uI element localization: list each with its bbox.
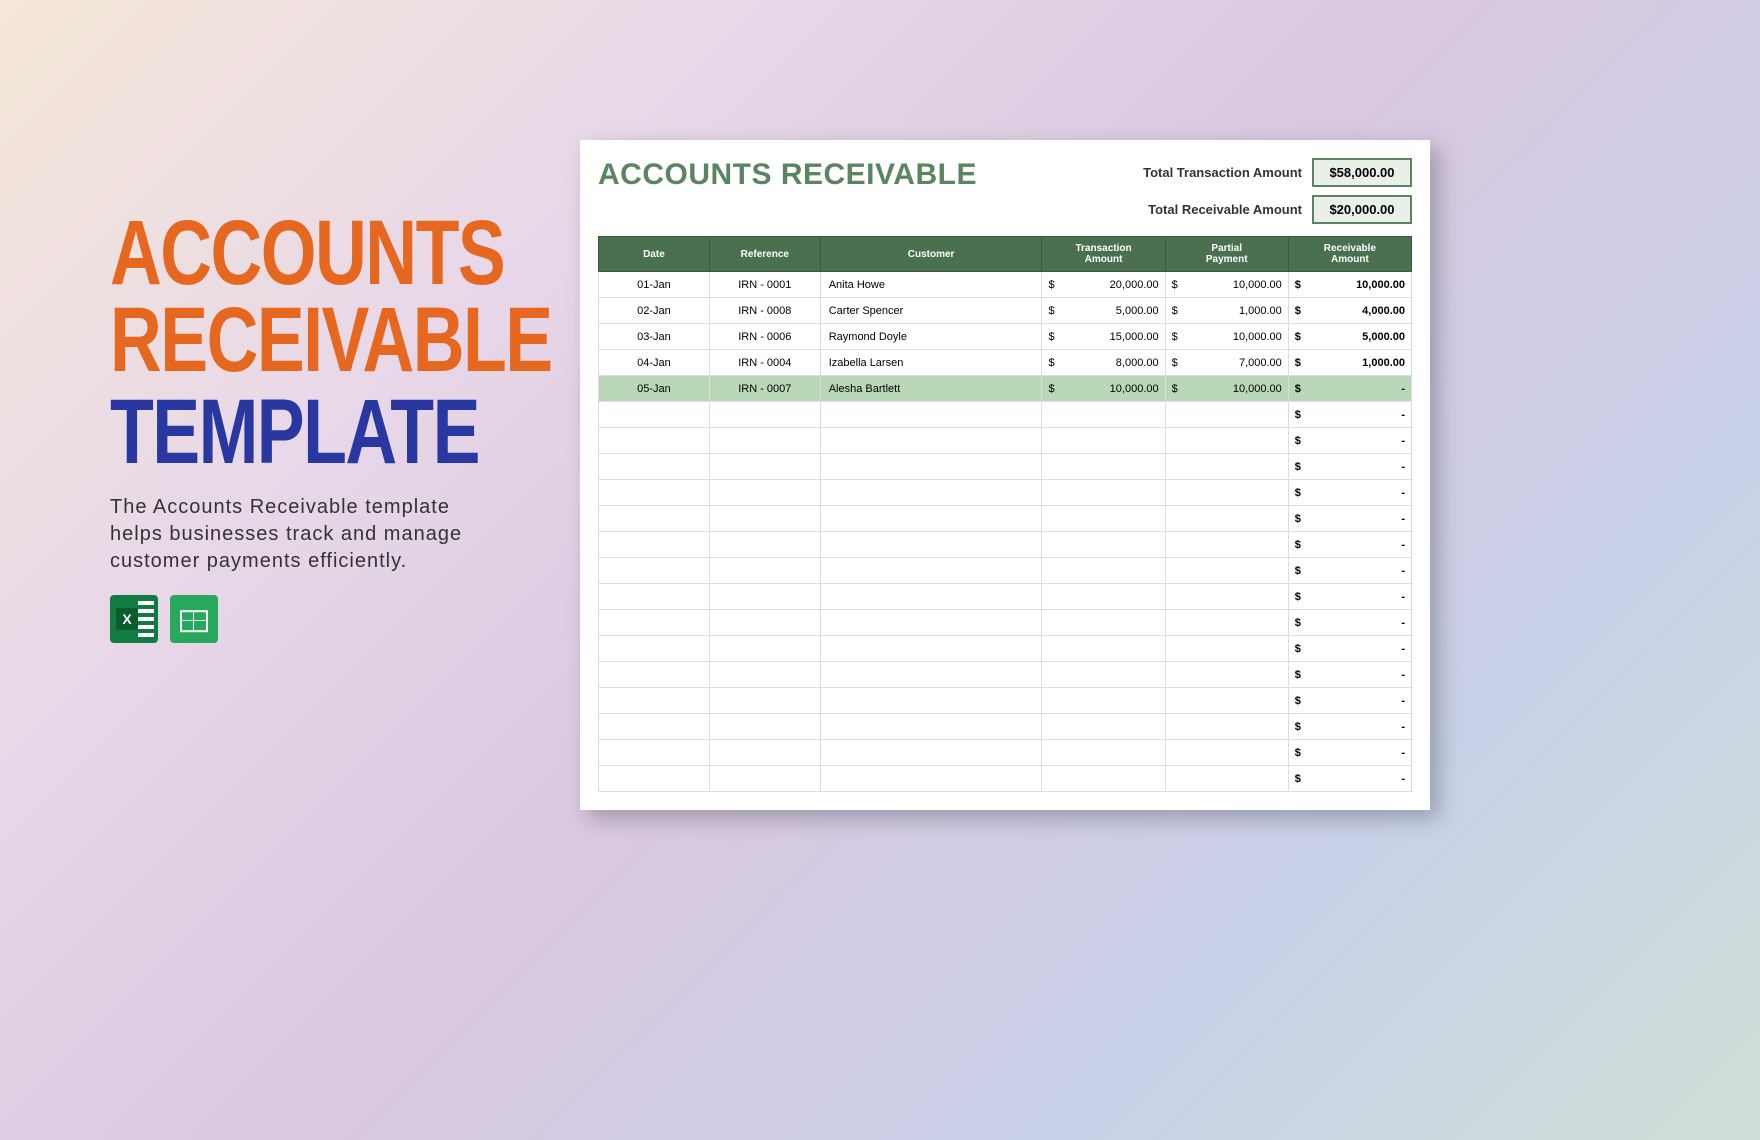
hero-panel: ACCOUNTS RECEIVABLE TEMPLATE The Account… (110, 210, 530, 643)
app-icons (110, 595, 530, 643)
table-row: $- (599, 480, 1412, 506)
table-row: $- (599, 610, 1412, 636)
col-receivable-amount: Receivable Amount (1288, 237, 1411, 272)
total-receivable-row: Total Receivable Amount $20,000.00 (1132, 195, 1412, 224)
total-receivable-label: Total Receivable Amount (1132, 202, 1302, 217)
table-row: 02-JanIRN - 0008Carter Spencer$5,000.00$… (599, 298, 1412, 324)
table-row: 01-JanIRN - 0001Anita Howe$20,000.00$10,… (599, 272, 1412, 298)
total-transaction-label: Total Transaction Amount (1132, 165, 1302, 180)
table-body: 01-JanIRN - 0001Anita Howe$20,000.00$10,… (599, 272, 1412, 792)
table-row: $- (599, 636, 1412, 662)
description-text: The Accounts Receivable template helps b… (110, 494, 490, 575)
table-row: 05-JanIRN - 0007Alesha Bartlett$10,000.0… (599, 376, 1412, 402)
table-row: 03-JanIRN - 0006Raymond Doyle$15,000.00$… (599, 324, 1412, 350)
table-row: $- (599, 506, 1412, 532)
total-transaction-row: Total Transaction Amount $58,000.00 (1132, 158, 1412, 187)
table-row: $- (599, 740, 1412, 766)
col-partial-payment: Partial Payment (1165, 237, 1288, 272)
table-header: Date Reference Customer Transaction Amou… (599, 237, 1412, 272)
col-transaction-amount: Transaction Amount (1042, 237, 1165, 272)
total-transaction-value: $58,000.00 (1312, 158, 1412, 187)
table-row: $- (599, 402, 1412, 428)
title-line-1: ACCOUNTS (110, 210, 438, 297)
sheet-title: ACCOUNTS RECEIVABLE (598, 158, 977, 192)
table-row: $- (599, 454, 1412, 480)
table-row: $- (599, 662, 1412, 688)
sheet-header: ACCOUNTS RECEIVABLE Total Transaction Am… (598, 158, 1412, 224)
google-sheets-icon (170, 595, 218, 643)
title-line-2: RECEIVABLE (110, 297, 438, 384)
table-row: 04-JanIRN - 0004Izabella Larsen$8,000.00… (599, 350, 1412, 376)
table-row: $- (599, 766, 1412, 792)
col-date: Date (599, 237, 710, 272)
totals-block: Total Transaction Amount $58,000.00 Tota… (1132, 158, 1412, 224)
table-row: $- (599, 584, 1412, 610)
table-row: $- (599, 558, 1412, 584)
total-receivable-value: $20,000.00 (1312, 195, 1412, 224)
table-row: $- (599, 532, 1412, 558)
table-row: $- (599, 688, 1412, 714)
table-row: $- (599, 428, 1412, 454)
col-customer: Customer (820, 237, 1042, 272)
spreadsheet-preview: ACCOUNTS RECEIVABLE Total Transaction Am… (580, 140, 1430, 810)
table-row: $- (599, 714, 1412, 740)
col-reference: Reference (709, 237, 820, 272)
receivable-table: Date Reference Customer Transaction Amou… (598, 236, 1412, 792)
excel-icon (110, 595, 158, 643)
title-line-3: TEMPLATE (110, 389, 438, 476)
